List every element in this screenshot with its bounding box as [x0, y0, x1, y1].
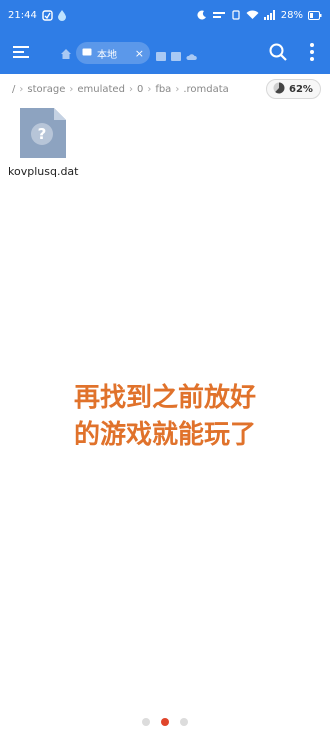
battery-percent: 28%: [280, 9, 303, 21]
svg-text:?: ?: [38, 125, 47, 143]
battery-icon: [308, 10, 322, 20]
storage-usage-badge[interactable]: 62%: [266, 79, 321, 99]
unknown-file-icon: ?: [18, 108, 80, 162]
file-item[interactable]: ? kovplusq.dat: [8, 108, 80, 178]
file-name: kovplusq.dat: [8, 165, 79, 178]
status-bar: 21:44 28%: [0, 0, 330, 30]
breadcrumb-item[interactable]: fba: [155, 84, 171, 95]
breadcrumb-item[interactable]: emulated: [77, 84, 125, 95]
tab-local-label: 本地: [97, 49, 117, 61]
page-dot[interactable]: [180, 718, 188, 726]
storage-pie-icon: [273, 82, 285, 97]
data-speed-icon: [212, 10, 226, 20]
tab-local[interactable]: 本地 ×: [76, 42, 150, 64]
moon-icon: [197, 10, 207, 20]
cloud-icon[interactable]: [186, 46, 197, 65]
close-tab-icon[interactable]: ×: [135, 48, 144, 59]
home-icon[interactable]: [60, 45, 72, 59]
water-drop-icon: [57, 9, 66, 21]
window-icon[interactable]: [156, 46, 166, 65]
phone-storage-icon: [82, 47, 92, 60]
wifi-icon: [246, 10, 259, 20]
window-icon[interactable]: [171, 46, 181, 65]
storage-percent: 62%: [289, 83, 313, 95]
page-dot[interactable]: [161, 718, 169, 726]
more-options-icon[interactable]: [306, 42, 318, 62]
page-dot[interactable]: [142, 718, 150, 726]
caption-line: 的游戏就能玩了: [73, 420, 256, 450]
breadcrumb-item[interactable]: .romdata: [183, 84, 228, 95]
bluetooth-vibrate-icon: [231, 10, 241, 20]
caption-line: 再找到之前放好: [73, 383, 256, 413]
status-time: 21:44: [8, 9, 37, 21]
breadcrumb-item[interactable]: storage: [27, 84, 65, 95]
search-icon[interactable]: [268, 42, 288, 62]
menu-icon[interactable]: [12, 42, 32, 62]
other-windows: [156, 46, 197, 65]
page-indicator: [0, 718, 330, 726]
signal-icon: [263, 10, 276, 20]
overlay-caption: 再找到之前放好 的游戏就能玩了: [0, 380, 330, 454]
app-toolbar: 本地 ×: [0, 30, 330, 74]
notification-app-icon: [42, 9, 53, 21]
